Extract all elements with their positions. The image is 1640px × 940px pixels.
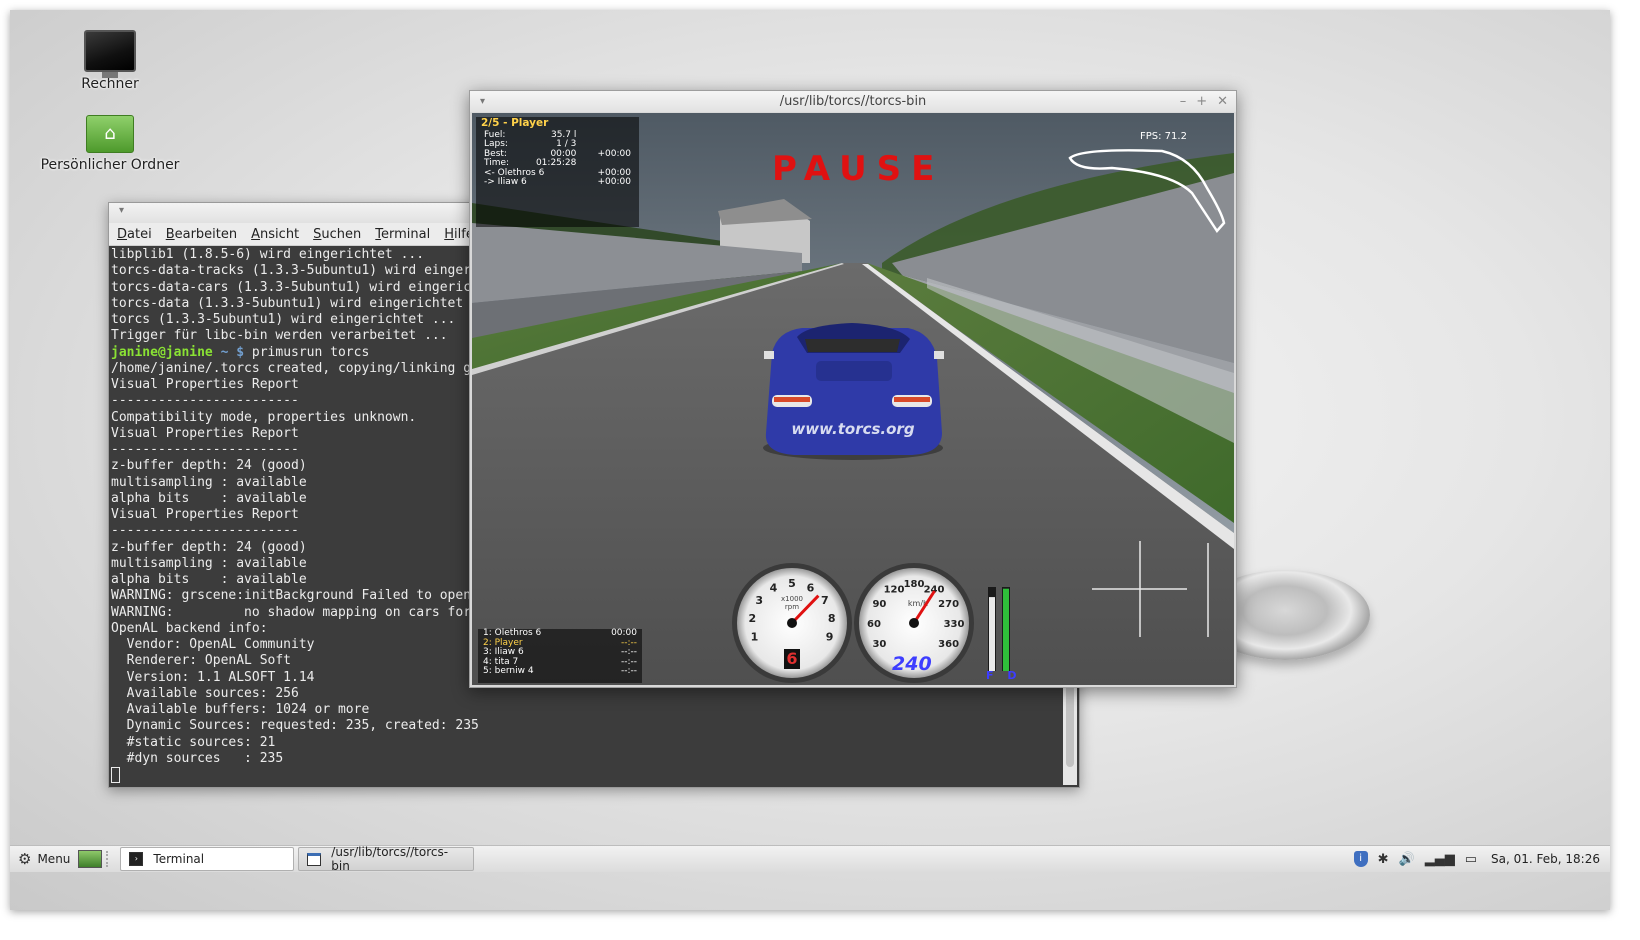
desktop-icon-computer[interactable]: Rechner: [35, 30, 185, 92]
gauge-tick-label: 360: [938, 639, 959, 650]
taskbar-item-terminal[interactable]: › Terminal: [120, 847, 295, 871]
fuel-damage-label: F D: [986, 669, 1022, 682]
terminal-line: Available sources: 256: [111, 685, 299, 701]
gauge-tick-label: 6: [807, 582, 815, 595]
close-icon[interactable]: ✕: [1217, 94, 1228, 109]
ranking-name: 5: berniw 4: [483, 666, 534, 677]
gauge-tick-label: 120: [884, 584, 905, 595]
terminal-line: Available buffers: 1024 or more: [111, 702, 370, 717]
race-position-header: 2/5 - Player: [481, 117, 549, 129]
race-info-d: +00:00: [597, 177, 631, 187]
desktop-icon-home-folder[interactable]: ⌂ Persönlicher Ordner: [35, 115, 185, 173]
desktop-icon-label: Rechner: [81, 76, 139, 92]
menu-bearbeiten[interactable]: Bearbeiten: [166, 227, 237, 242]
separator: [106, 851, 112, 867]
taskbar-item-torcs[interactable]: /usr/lib/torcs//torcs-bin: [298, 845, 475, 873]
rpm-unit-bottom: rpm: [785, 603, 799, 611]
player-car: www.torcs.org: [763, 323, 944, 460]
prompt-command: primusrun torcs: [244, 344, 370, 360]
menu-label: Menu: [37, 852, 71, 866]
fps-counter: FPS: 71.2: [1140, 131, 1187, 142]
prompt-user: janine@janine: [111, 344, 213, 360]
window-menu-icon[interactable]: ▾: [119, 205, 124, 216]
race-info-panel: 2/5 - Player Fuel: 35.7 l Laps: 1 / 3 Best: 0…: [476, 117, 639, 227]
shield-icon[interactable]: i: [1353, 851, 1368, 867]
gauge-tick-label: 9: [826, 631, 834, 644]
ranking-time: --:--: [620, 666, 637, 677]
clock[interactable]: Sa, 01. Feb, 18:26: [1491, 852, 1600, 866]
home-folder-icon: ⌂: [86, 115, 134, 153]
network-signal-icon[interactable]: ▂▄▆: [1425, 852, 1455, 867]
torcs-titlebar[interactable]: ▾ /usr/lib/torcs//torcs-bin – + ✕: [470, 91, 1236, 112]
pause-label: PAUSE: [772, 149, 945, 189]
gauge-tick-label: 270: [938, 599, 959, 610]
gauge-tick-label: 2: [748, 612, 756, 625]
volume-icon[interactable]: 🔊: [1399, 852, 1415, 867]
gauge-tick-label: 60: [867, 619, 881, 630]
game-viewport[interactable]: www.torcs.org 123456789 x1000 rpm 3060: [472, 113, 1234, 685]
menu-ansicht[interactable]: Ansicht: [251, 227, 299, 242]
ranking-row: 5: berniw 4 --:--: [478, 667, 642, 677]
terminal-line: Dynamic Sources: requested: 235, created…: [111, 718, 479, 734]
race-info-d: +00:00: [597, 148, 631, 159]
fuel-bar: [989, 597, 995, 671]
ranking-panel: 1: Olethros 6 00:00 2: Player --:-- 3: Iliaw…: [478, 628, 642, 683]
gauge-tick-label: 1: [751, 631, 759, 644]
window-title: /usr/lib/torcs//torcs-bin: [779, 94, 927, 109]
menu-suchen[interactable]: Suchen: [313, 227, 361, 242]
terminal-line: #static sources: 21: [111, 734, 276, 750]
gauge-tick-label: 7: [821, 594, 829, 607]
taskbar: ⚙ Menu › Terminal /usr/lib/torcs//torcs-…: [10, 845, 1610, 873]
gauge-tick-label: 180: [904, 579, 925, 590]
speed-readout: 240: [892, 653, 932, 675]
gauge-tick-label: 4: [770, 582, 778, 595]
gauge-tick-label: 330: [944, 619, 965, 630]
race-info-d: [576, 131, 631, 141]
car-decal: www.torcs.org: [791, 420, 914, 438]
gear-icon: ⚙: [18, 850, 32, 868]
desktop-icon-label: Persönlicher Ordner: [40, 157, 180, 173]
bluetooth-icon[interactable]: ✱: [1378, 852, 1389, 867]
gear-indicator: 6: [784, 649, 800, 669]
maximize-icon[interactable]: +: [1196, 94, 1207, 109]
minimize-icon[interactable]: –: [1180, 94, 1187, 109]
menu-terminal[interactable]: Terminal: [375, 227, 430, 242]
window-icon: [307, 852, 322, 866]
terminal-line: #dyn sources : 235: [111, 750, 284, 766]
prompt-path: ~ $: [212, 344, 245, 360]
race-info-row: -> Iliaw 6 +00:00: [476, 177, 639, 188]
terminal-cursor: [111, 767, 120, 783]
taskbar-item-label: Terminal: [153, 852, 205, 866]
rpm-unit-top: x1000: [781, 595, 803, 603]
computer-icon: [84, 30, 136, 78]
gauge-tick-label: 8: [828, 612, 836, 625]
menu-button[interactable]: ⚙ Menu: [10, 846, 70, 872]
taskbar-item-label: /usr/lib/torcs//torcs-bin: [331, 845, 449, 873]
window-menu-icon[interactable]: ▾: [480, 91, 485, 112]
battery-icon[interactable]: ▭: [1465, 852, 1477, 867]
system-tray: i ✱ 🔊 ▂▄▆ ▭ Sa, 01. Feb, 18:26: [1348, 851, 1610, 867]
race-info-k: -> Iliaw 6: [484, 177, 527, 187]
hud-blue-line: [476, 188, 639, 198]
gauge-tick-label: 5: [788, 577, 796, 590]
torcs-window[interactable]: ▾ /usr/lib/torcs//torcs-bin – + ✕ www.to…: [469, 90, 1237, 688]
gauge-tick-label: 90: [872, 599, 886, 610]
gauge-tick-label: 3: [755, 594, 763, 607]
desktop: Rechner ⌂ Persönlicher Ordner ▾ Datei Be…: [10, 10, 1610, 910]
damage-bar: [1003, 588, 1009, 671]
gauge-tick-label: 30: [872, 639, 886, 650]
terminal-icon: ›: [129, 852, 144, 866]
menu-datei[interactable]: Datei: [117, 227, 152, 242]
show-desktop-button[interactable]: [78, 850, 103, 868]
